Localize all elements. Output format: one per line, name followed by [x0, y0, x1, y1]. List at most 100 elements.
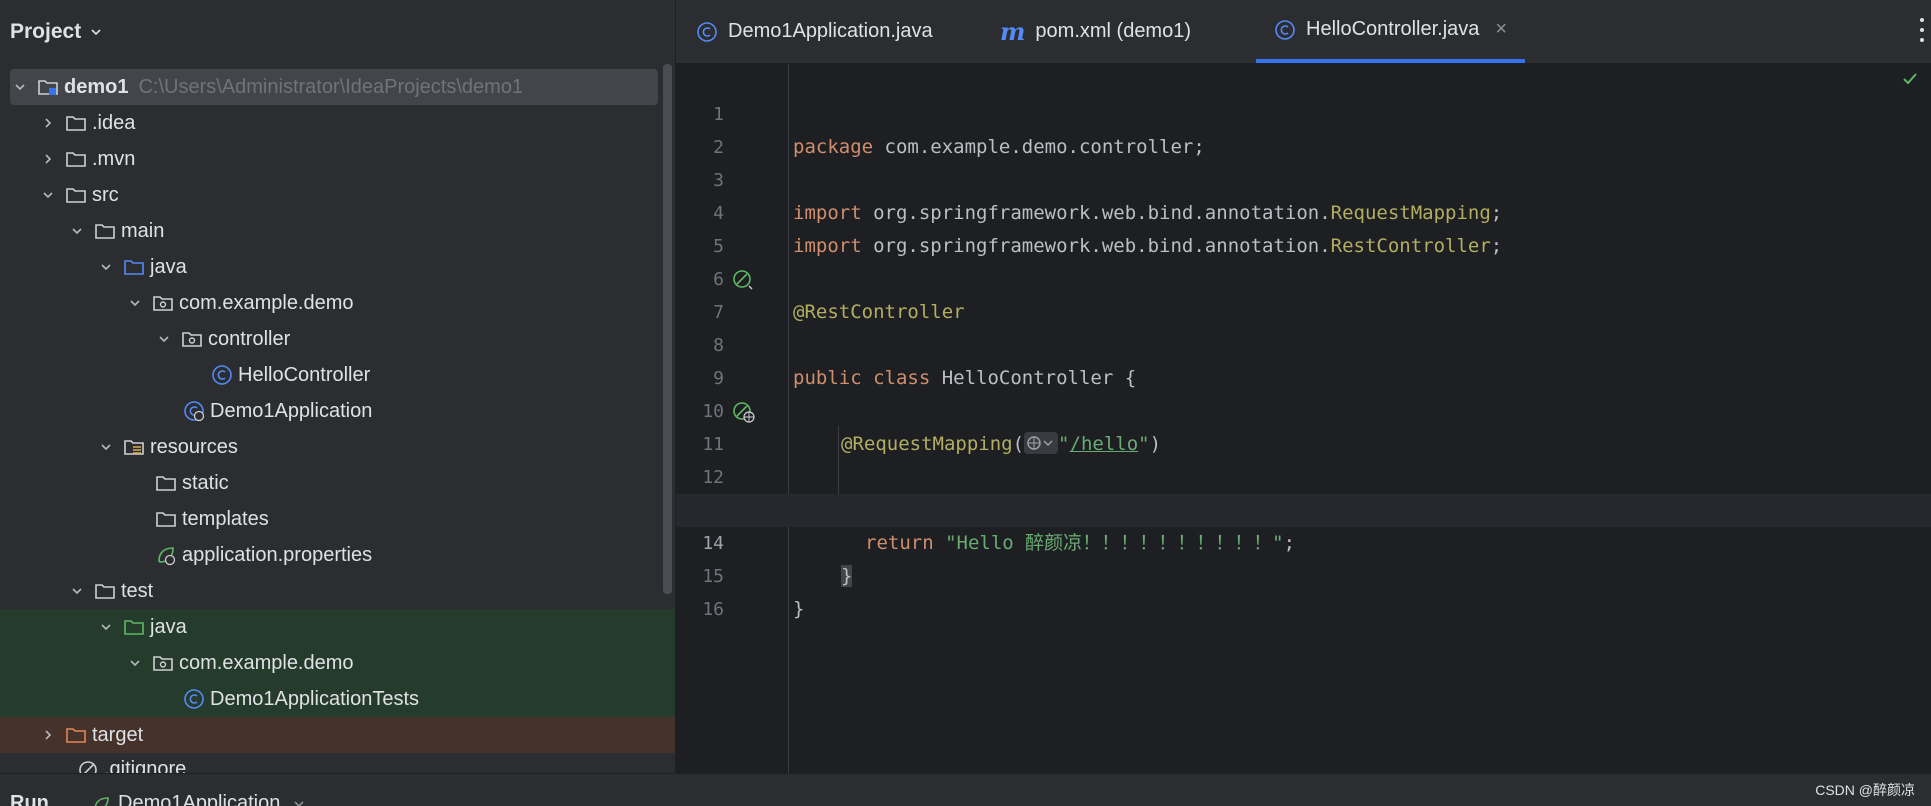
class-icon	[182, 688, 206, 710]
spring-boot-run-icon	[94, 796, 109, 806]
code-editor[interactable]: 1 package com.example.demo.controller; 2…	[676, 64, 1931, 773]
tree-item-java[interactable]: java	[0, 249, 675, 285]
tree-item-label: java	[150, 255, 187, 278]
code-line: 13 return "Hello 醉颜凉！！！！！！！！！！";	[676, 461, 1931, 554]
chevron-down-icon[interactable]	[67, 581, 87, 601]
class-icon	[696, 21, 718, 43]
class-icon	[210, 364, 234, 386]
code-line: 6 @RestController	[676, 230, 1931, 323]
tree-item-label: test	[121, 579, 154, 602]
chevron-down-icon[interactable]	[38, 185, 58, 205]
tree-item-demo1applicationtests[interactable]: Demo1ApplicationTests	[0, 681, 675, 717]
tree-item-label: .gitignore	[104, 758, 187, 773]
chevron-right-icon[interactable]	[38, 113, 58, 133]
project-view-selector[interactable]: Project	[0, 0, 675, 64]
spring-bean-gutter-icon[interactable]	[732, 269, 756, 291]
package-icon	[151, 292, 175, 314]
folder-icon	[64, 112, 88, 134]
tree-item-main[interactable]: main	[0, 213, 675, 249]
tree-item-gitignore[interactable]: .gitignore	[70, 758, 186, 773]
spring-properties-icon	[154, 544, 178, 566]
chevron-down-icon[interactable]	[125, 293, 145, 313]
chevron-down-icon[interactable]	[96, 257, 116, 277]
tree-item-label: controller	[208, 327, 291, 350]
chevron-right-icon[interactable]	[38, 725, 58, 745]
more-options-icon[interactable]	[1919, 18, 1925, 42]
tab-demo1application[interactable]: Demo1Application.java	[696, 0, 933, 63]
folder-icon	[93, 580, 117, 602]
tree-item-resources[interactable]: resources	[0, 429, 675, 465]
tree-item-label: target	[92, 723, 144, 746]
tab-label: HelloController.java	[1306, 18, 1480, 40]
tree-item-hellocontroller[interactable]: HelloController	[0, 357, 675, 393]
folder-icon	[64, 148, 88, 170]
chevron-down-icon[interactable]	[67, 221, 87, 241]
tree-item-mvn[interactable]: .mvn	[0, 141, 675, 177]
tree-item-test-java[interactable]: java	[0, 609, 675, 645]
tree-item-controller-package[interactable]: controller	[0, 321, 675, 357]
source-folder-icon	[122, 256, 146, 278]
project-path-hint: C:\Users\Administrator\IdeaProjects\demo…	[138, 75, 524, 98]
code-line: 12	[676, 428, 1931, 488]
tree-item-static[interactable]: static	[0, 465, 675, 501]
tree-item-label: static	[182, 471, 229, 494]
project-tree: demo1 C:\Users\Administrator\IdeaProject…	[0, 69, 675, 753]
ignore-file-icon	[76, 759, 100, 773]
endpoint-gutter-icon[interactable]	[732, 401, 756, 423]
folder-icon	[154, 472, 178, 494]
tree-item-label: HelloController	[238, 363, 371, 386]
tree-item-templates[interactable]: templates	[0, 501, 675, 537]
code-line: 1 package com.example.demo.controller;	[676, 65, 1931, 158]
class-icon	[1274, 19, 1296, 41]
project-title: Project	[10, 20, 82, 43]
chevron-down-icon[interactable]	[96, 617, 116, 637]
tree-item-label: demo1	[64, 75, 129, 98]
close-icon[interactable]: ×	[1495, 18, 1507, 41]
tree-item-label: templates	[182, 507, 269, 530]
editor-tab-bar: Demo1Application.java m pom.xml (demo1) …	[676, 0, 1931, 64]
chevron-down-icon[interactable]	[10, 77, 30, 97]
code-line: 9	[676, 329, 1931, 389]
run-configuration-tab[interactable]: Demo1Application	[92, 792, 306, 806]
tree-item-label: Demo1ApplicationTests	[210, 687, 419, 710]
chevron-down-icon[interactable]	[154, 329, 174, 349]
run-tool-window-title[interactable]: Run	[10, 792, 49, 806]
line-number: 16	[702, 599, 724, 620]
tree-item-label: .idea	[92, 111, 136, 134]
watermark: CSDN @醉颜凉	[1815, 782, 1915, 798]
tree-item-demo1application[interactable]: Demo1Application	[0, 393, 675, 429]
chevron-down-icon	[294, 800, 304, 806]
tree-item-package[interactable]: com.example.demo	[0, 285, 675, 321]
code-line: 16	[676, 560, 1931, 620]
folder-icon	[64, 184, 88, 206]
code-line: 3 import org.springframework.web.bind.an…	[676, 131, 1931, 224]
code-line: 15 }	[676, 527, 1931, 620]
chevron-right-icon[interactable]	[38, 149, 58, 169]
module-folder-icon	[36, 76, 60, 98]
chevron-down-icon[interactable]	[125, 653, 145, 673]
tree-item-label: src	[92, 183, 119, 206]
tree-item-label: .mvn	[92, 147, 136, 170]
tab-label: pom.xml (demo1)	[1035, 20, 1192, 42]
package-icon	[151, 652, 175, 674]
code-line: 4 import org.springframework.web.bind.an…	[676, 164, 1931, 257]
code-line-current: 14 }	[676, 494, 1931, 587]
chevron-down-icon[interactable]	[96, 437, 116, 457]
tree-item-target[interactable]: target	[0, 717, 675, 753]
tab-pom-xml[interactable]: m pom.xml (demo1)	[1000, 0, 1191, 63]
run-config-label: Demo1Application	[118, 792, 281, 806]
code-line: 2	[676, 98, 1931, 158]
tree-item-test[interactable]: test	[0, 573, 675, 609]
bottom-tool-window-bar: Run Demo1Application CSDN @醉颜凉	[0, 773, 1931, 806]
tree-item-idea[interactable]: .idea	[0, 105, 675, 141]
maven-icon: m	[1000, 17, 1026, 46]
tree-item-application-properties[interactable]: application.properties	[0, 537, 675, 573]
tree-item-src[interactable]: src	[0, 177, 675, 213]
code-line: 7 public class HelloController {	[676, 263, 1931, 389]
tree-item-demo1[interactable]: demo1 C:\Users\Administrator\IdeaProject…	[10, 69, 658, 105]
code-line: 10 @RequestMapping("/hello")	[676, 362, 1931, 455]
tab-hellocontroller[interactable]: HelloController.java ×	[1256, 0, 1526, 63]
code-line: 11 public String hello(){	[676, 395, 1931, 521]
tree-item-test-package[interactable]: com.example.demo	[0, 645, 675, 681]
folder-icon	[93, 220, 117, 242]
